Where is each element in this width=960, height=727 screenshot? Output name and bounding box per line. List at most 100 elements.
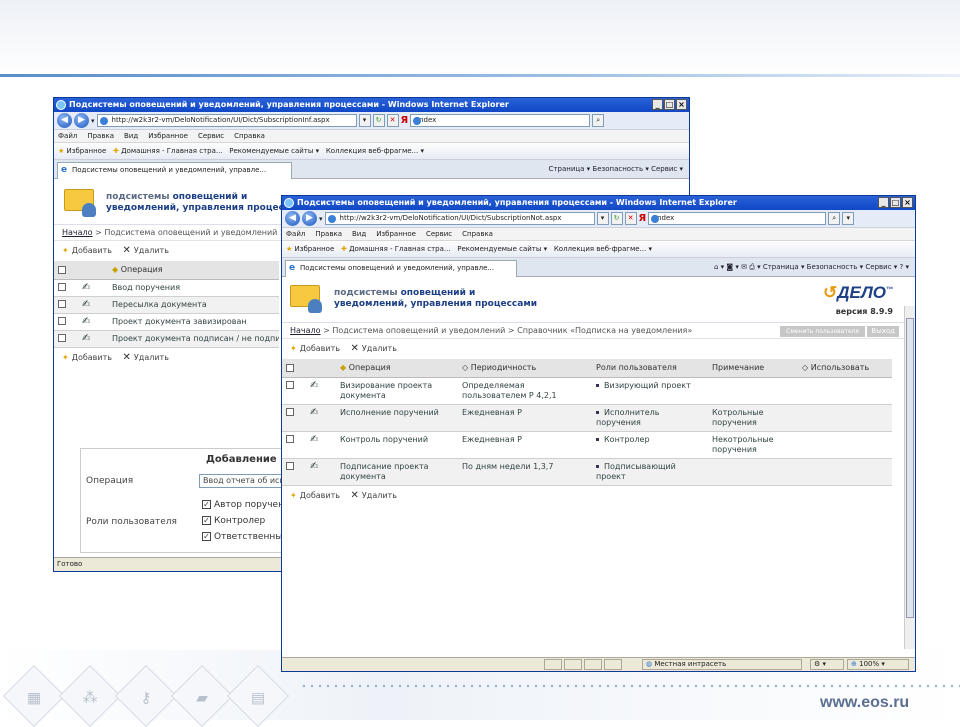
favorites-button[interactable]: Избранное [295,245,335,253]
table-row[interactable]: ✍ Контроль поручений Ежедневная Р Контролер… [282,431,892,459]
title-bar[interactable]: Подсистемы оповещений и уведомлений, упр… [282,196,915,210]
role-checkbox[interactable]: ✓ Контролер [202,516,265,526]
minimize-button[interactable]: _ [652,99,663,110]
menu-view[interactable]: Вид [352,230,366,238]
address-bar[interactable]: http://w2k3r2-vm/DeloNotification/UI/Dic… [96,114,357,127]
history-dropdown-icon[interactable]: ▾ [91,117,95,125]
menu-edit[interactable]: Правка [315,230,342,238]
forward-button[interactable]: ▶ [74,113,89,128]
browser-tab[interactable]: Подсистемы оповещений и уведомлений, упр… [285,260,517,277]
minimize-button[interactable]: _ [878,197,889,208]
table-row[interactable]: ✍ Проект документа подписан / не подписан [54,330,279,348]
close-button[interactable]: × [676,99,687,110]
menu-view[interactable]: Вид [124,132,138,140]
forward-button[interactable]: ▶ [302,211,317,226]
delete-button[interactable]: ✕ Удалить [123,348,169,368]
zoom-control[interactable]: ⊕ 100% ▾ [847,659,909,670]
row-checkbox[interactable] [286,381,294,389]
refresh-icon[interactable]: ↻ [610,212,623,225]
column-note[interactable]: Примечание [708,359,798,378]
add-button[interactable]: ✦ Добавить [62,241,112,261]
mail-icon[interactable]: ✉ [741,263,747,271]
menu-edit[interactable]: Правка [87,132,114,140]
scrollbar-thumb[interactable] [906,318,914,618]
security-zone[interactable]: ◍ Местная интрасеть [642,659,802,670]
column-use[interactable]: ◇ Использовать [798,359,892,378]
add-button[interactable]: ✦ Добавить [290,486,340,506]
select-all-checkbox[interactable] [286,363,294,372]
menu-file[interactable]: Файл [58,132,77,140]
search-input[interactable]: Яndex [648,212,827,225]
search-icon[interactable]: ⌕ [592,114,605,127]
menu-favorites[interactable]: Избранное [148,132,188,140]
maximize-button[interactable]: □ [890,197,901,208]
crumb-home-link[interactable]: Начало [290,326,321,335]
exit-button[interactable]: Выход [867,326,899,337]
column-operation[interactable]: ◆ Операция [108,261,279,280]
stop-icon[interactable]: ✕ [624,212,637,225]
row-checkbox[interactable] [58,283,66,291]
column-operation[interactable]: ◆ Операция [336,359,458,378]
refresh-icon[interactable]: ↻ [372,114,385,127]
row-checkbox[interactable] [58,334,66,342]
print-icon[interactable]: ⎙ [749,263,755,271]
crumb-home-link[interactable]: Начало [62,228,93,237]
change-user-button[interactable]: Сменить пользователя [780,326,865,337]
command-bar[interactable]: Страница ▾ Безопасность ▾ Сервис ▾ [549,160,683,178]
maximize-button[interactable]: □ [664,99,675,110]
table-row[interactable]: ✍ Пересылка документа [54,296,279,314]
home-icon[interactable]: ⌂ [714,263,718,271]
feeds-icon[interactable]: ◙ [726,263,733,271]
history-dropdown-icon[interactable]: ▾ [319,215,323,223]
search-options-button[interactable]: ▾ [842,212,855,225]
column-periodicity[interactable]: ◇ Периодичность [458,359,592,378]
fav-link-gallery[interactable]: Коллекция веб-фрагме... [554,245,646,253]
address-dropdown-button[interactable]: ▾ [358,114,371,127]
vertical-scrollbar[interactable] [904,306,915,649]
help-icon[interactable]: ? [900,263,904,271]
delete-button[interactable]: ✕ Удалить [351,486,397,506]
row-checkbox[interactable] [286,462,294,470]
menu-help[interactable]: Справка [462,230,493,238]
row-checkbox[interactable] [286,408,294,416]
fav-link-home[interactable]: Домашняя - Главная стра... [121,147,223,155]
row-checkbox[interactable] [286,435,294,443]
add-button[interactable]: ✦ Добавить [290,339,340,359]
menu-help[interactable]: Справка [234,132,265,140]
stop-icon[interactable]: ✕ [386,114,399,127]
table-row[interactable]: ✍ Подписание проекта документа По дням нед… [282,458,892,486]
search-icon[interactable]: ⌕ [828,212,841,225]
menu-favorites[interactable]: Избранное [376,230,416,238]
command-menus[interactable]: Страница ▾ Безопасность ▾ Сервис ▾ [763,263,897,271]
row-checkbox[interactable] [58,300,66,308]
favorites-button[interactable]: Избранное [67,147,107,155]
menu-tools[interactable]: Сервис [198,132,224,140]
menu-file[interactable]: Файл [286,230,305,238]
protected-mode-icon[interactable]: ⚙ ▾ [810,659,844,670]
table-row[interactable]: ✍ Проект документа завизирован [54,313,279,331]
column-roles[interactable]: Роли пользователя [592,359,708,378]
menu-tools[interactable]: Сервис [426,230,452,238]
fav-link-gallery[interactable]: Коллекция веб-фрагме... [326,147,418,155]
select-all-checkbox[interactable] [58,265,66,274]
fav-link-recommended[interactable]: Рекомендуемые сайты [229,147,313,155]
address-dropdown-button[interactable]: ▾ [596,212,609,225]
delete-button[interactable]: ✕ Удалить [351,339,397,359]
row-checkbox[interactable] [58,317,66,325]
back-button[interactable]: ◀ [57,113,72,128]
table-row[interactable]: ✍ Ввод поручения [54,279,279,297]
fav-link-recommended[interactable]: Рекомендуемые сайты [457,245,541,253]
address-bar[interactable]: http://w2k3r2-vm/DeloNotification/UI/Dic… [324,212,595,225]
back-button[interactable]: ◀ [285,211,300,226]
title-bar[interactable]: Подсистемы оповещений и уведомлений, упр… [54,98,689,112]
table-row[interactable]: ✍ Исполнение поручений Ежедневная Р Исполни… [282,404,892,432]
add-favorite-icon[interactable]: ✚ [113,147,119,155]
table-row[interactable]: ✍ Визирование проекта документа Определяем… [282,377,892,405]
browser-tab[interactable]: Подсистемы оповещений и уведомлений, упр… [57,162,292,179]
add-button[interactable]: ✦ Добавить [62,348,112,368]
close-button[interactable]: × [902,197,913,208]
search-input[interactable]: Яndex [410,114,591,127]
fav-link-home[interactable]: Домашняя - Главная стра... [349,245,451,253]
delete-button[interactable]: ✕ Удалить [123,241,169,261]
add-favorite-icon[interactable]: ✚ [341,245,347,253]
